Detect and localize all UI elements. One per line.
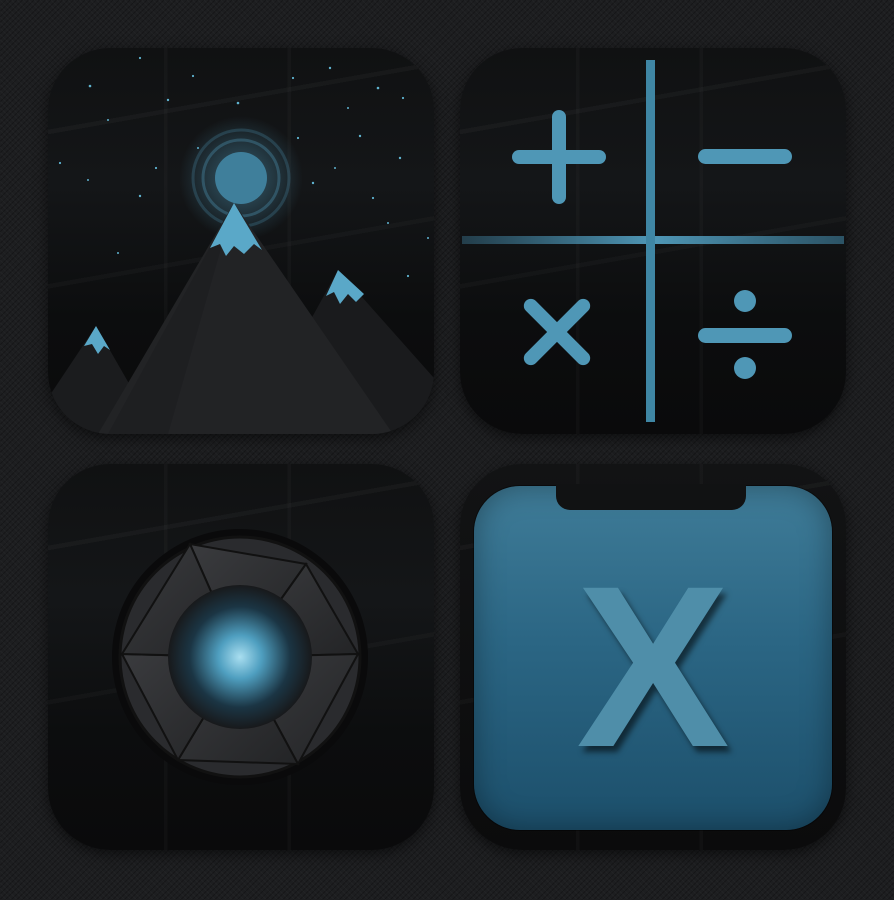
camera-shutter-icon bbox=[112, 529, 368, 785]
notch bbox=[556, 484, 746, 510]
x-letter-icon: X bbox=[576, 538, 730, 795]
mountains bbox=[48, 203, 434, 434]
calculator-icon bbox=[462, 60, 844, 422]
multiply-sign bbox=[523, 298, 591, 366]
divider-vertical bbox=[646, 60, 655, 422]
plus-sign bbox=[512, 110, 606, 204]
divide-sign bbox=[698, 290, 792, 379]
x-screen-panel: X bbox=[474, 486, 832, 830]
calculator-app-icon[interactable] bbox=[460, 48, 846, 434]
minus-sign bbox=[698, 149, 792, 164]
camera-app-icon[interactable] bbox=[48, 464, 434, 850]
photos-app-icon[interactable] bbox=[48, 48, 434, 434]
mountain-moon-icon bbox=[48, 56, 434, 434]
x-app-icon[interactable]: X bbox=[460, 464, 846, 850]
